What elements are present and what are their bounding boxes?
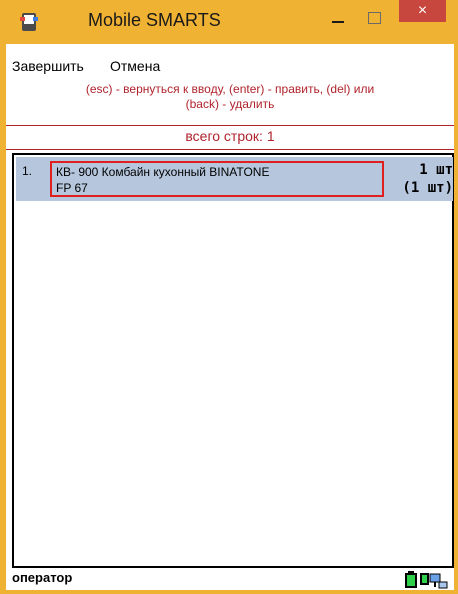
maximize-icon[interactable] — [362, 8, 386, 28]
status-user: оператор — [12, 570, 73, 585]
row-quantity: 1 шт (1 шт) — [402, 161, 453, 197]
quantity: 1 шт — [419, 162, 453, 178]
title-bar[interactable]: Mobile SMARTS × — [0, 0, 458, 44]
menu-cancel[interactable]: Отмена — [110, 58, 160, 74]
row-item-name: КВ- 900 Комбайн кухонный BINATONE FP 67 — [50, 161, 384, 197]
minimize-icon[interactable] — [326, 10, 350, 30]
list-item[interactable]: 1. КВ- 900 Комбайн кухонный BINATONE FP … — [16, 157, 453, 201]
network-icon — [419, 570, 449, 590]
item-name-line-1: КВ- 900 Комбайн кухонный BINATONE — [56, 165, 270, 179]
items-list[interactable]: 1. КВ- 900 Комбайн кухонный BINATONE FP … — [12, 153, 454, 568]
hint-line-1: (esc) - вернуться к вводу, (enter) - пра… — [85, 82, 375, 96]
menu-finish[interactable]: Завершить — [12, 58, 84, 74]
divider — [6, 125, 454, 126]
divider — [6, 149, 454, 150]
battery-icon — [404, 571, 418, 589]
item-name-line-2: FP 67 — [56, 181, 88, 195]
row-number: 1. — [22, 164, 33, 178]
keyboard-hint: (esc) - вернуться к вводу, (enter) - пра… — [6, 82, 454, 112]
app-icon — [20, 12, 38, 32]
menu-bar: Завершить Отмена — [6, 58, 454, 80]
row-count: всего строк: 1 — [185, 128, 275, 144]
hint-line-2: (back) - удалить — [185, 97, 275, 111]
window-title: Mobile SMARTS — [88, 10, 221, 30]
close-icon[interactable]: × — [399, 0, 446, 22]
quantity-total: (1 шт) — [402, 180, 453, 196]
